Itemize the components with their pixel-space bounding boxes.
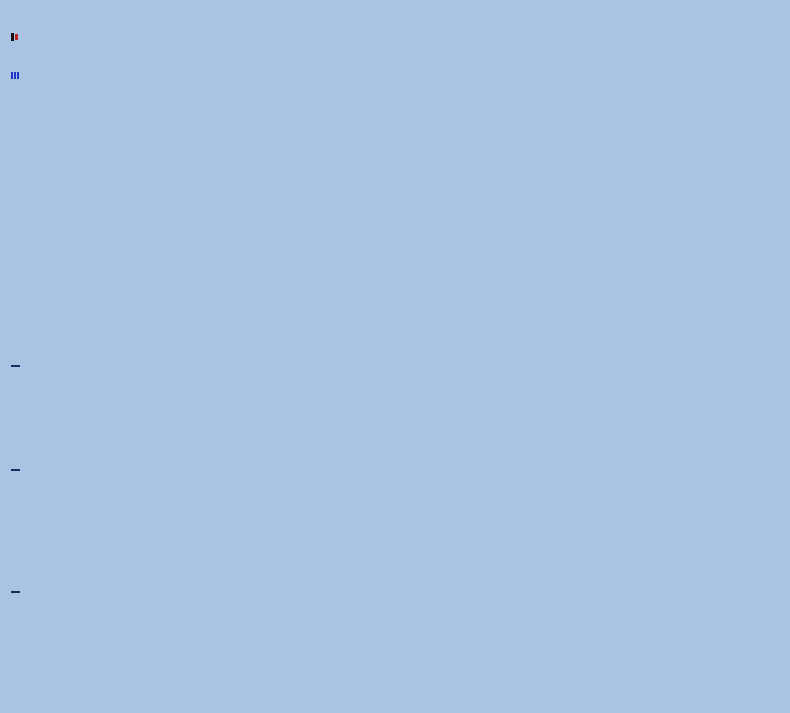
- stockcharts-page: [0, 0, 790, 713]
- bb55-swatch: [11, 65, 20, 67]
- volume-bars-icon: [11, 72, 20, 79]
- ohlc-row: [734, 15, 786, 26]
- stoch2-legend: [11, 466, 25, 476]
- bb34-swatch: [11, 55, 20, 57]
- bb21-swatch: [11, 46, 20, 48]
- chart-canvas: [0, 0, 790, 713]
- bb21-legend-row: [11, 44, 22, 54]
- k-line-swatch: [11, 469, 20, 471]
- k-line-swatch: [11, 591, 20, 593]
- bb55-legend-row: [11, 63, 22, 73]
- volume-legend-row: [11, 72, 22, 82]
- series-legend-row: [11, 33, 22, 43]
- k-line-swatch: [11, 365, 20, 367]
- stoch3-legend: [11, 588, 25, 598]
- stoch1-legend: [11, 362, 25, 372]
- main-chart-legend: [11, 33, 22, 82]
- bb34-legend-row: [11, 53, 22, 63]
- candlestick-icon: [11, 33, 14, 41]
- candlestick-icon: [15, 34, 18, 40]
